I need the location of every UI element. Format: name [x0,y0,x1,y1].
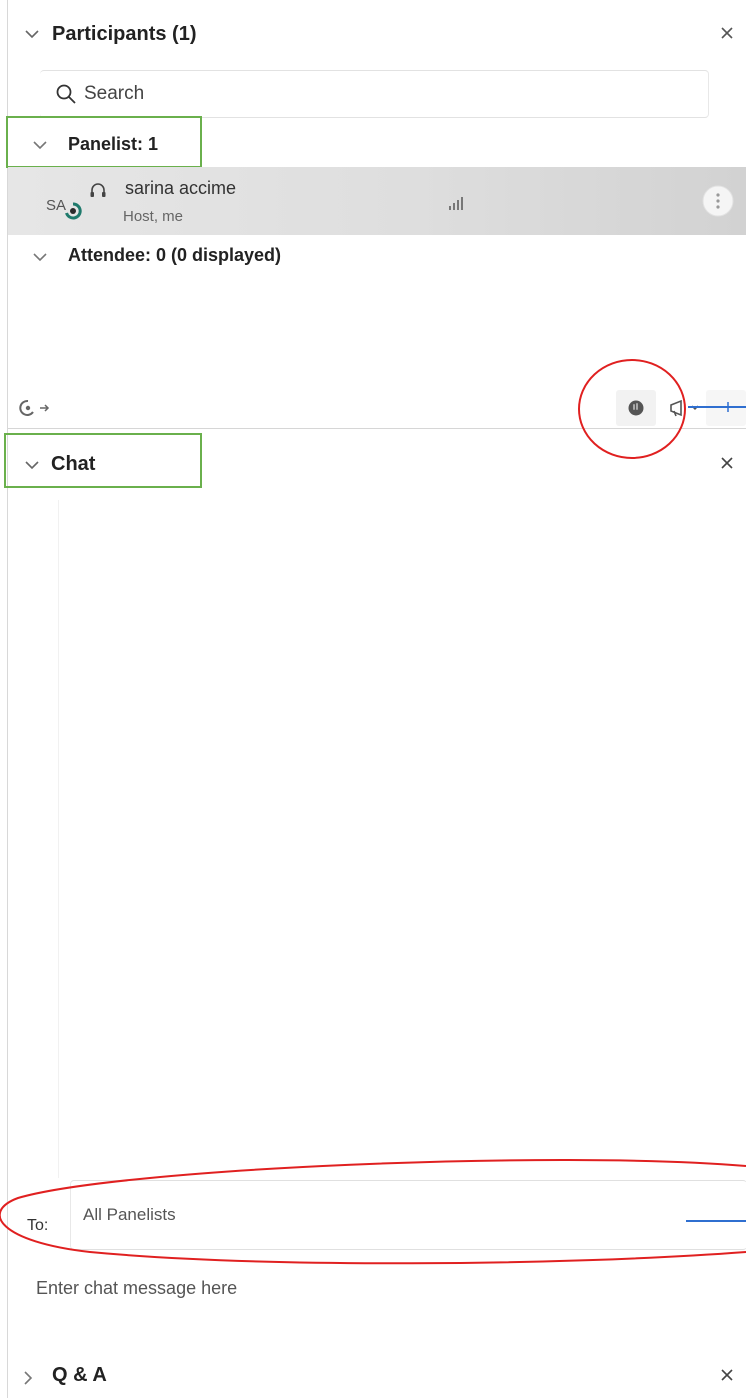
move-to-panelist-icon[interactable] [18,398,62,418]
chat-message-list[interactable] [58,500,746,1178]
chevron-right-icon[interactable] [18,1368,38,1388]
more-options-icon[interactable] [702,185,734,217]
chevron-down-icon[interactable] [22,24,42,44]
search-input[interactable] [84,79,684,109]
chevron-down-icon[interactable] [30,247,50,267]
headset-icon [90,183,106,197]
participants-title: Participants (1) [52,23,197,45]
participant-row[interactable]: SA sarina accime Host, me [8,167,746,235]
more-actions-button[interactable] [706,390,746,426]
lower-hands-button[interactable] [616,390,656,426]
section-divider [8,428,746,429]
recipient-value: All Panelists [83,1205,176,1224]
close-icon[interactable] [716,1364,738,1386]
search-icon [56,84,76,104]
close-icon[interactable] [716,452,738,474]
chat-message-input[interactable] [36,1268,716,1308]
participant-name: sarina accime [125,178,237,198]
participant-role: Host, me [123,208,184,225]
raise-hand-icon [628,400,644,416]
panelist-group-title[interactable]: Panelist: 1 [68,134,158,155]
to-label: To: [27,1217,49,1234]
chevron-down-icon[interactable] [30,135,50,155]
participant-search[interactable] [40,70,709,118]
megaphone-icon[interactable] [668,398,704,418]
connection-status-icon [65,202,82,220]
attendee-group-title[interactable]: Attendee: 0 (0 displayed) [68,245,281,266]
participants-header[interactable]: Participants (1) [8,8,746,60]
chat-title: Chat [51,453,96,475]
recipient-select[interactable]: All Panelists [70,1180,746,1250]
close-icon[interactable] [716,22,738,44]
side-panel: Participants (1) Panelist: 1 SA sarina a… [0,0,746,1398]
qa-title: Q & A [52,1364,107,1386]
chevron-down-icon[interactable] [22,455,42,475]
signal-strength-icon [449,197,463,210]
